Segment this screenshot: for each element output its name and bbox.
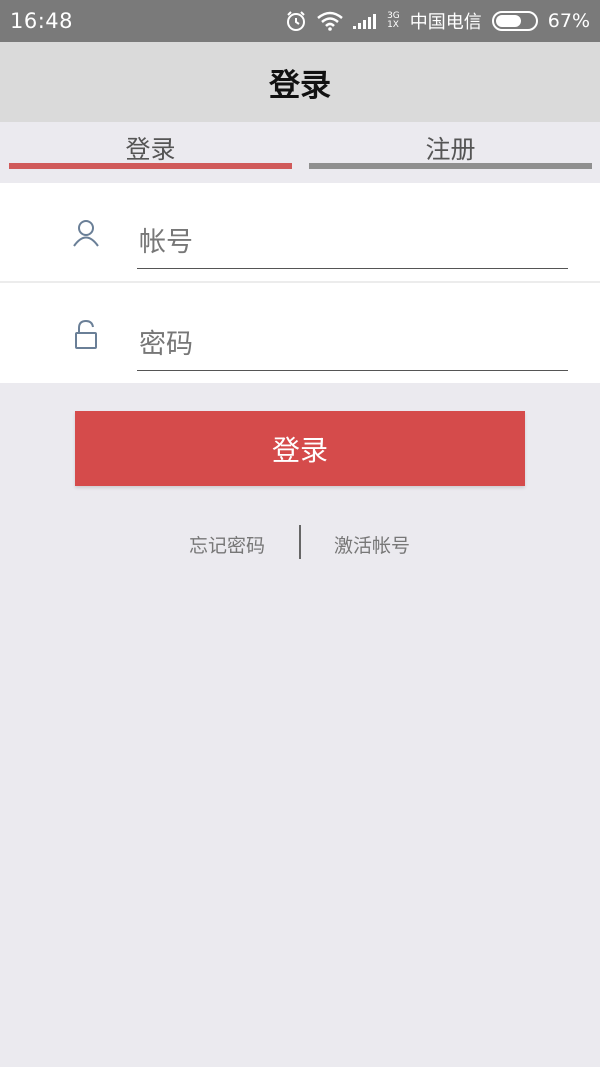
- user-icon: [72, 219, 100, 249]
- tab-login[interactable]: 登录: [9, 122, 292, 180]
- battery-percent: 67%: [547, 10, 590, 32]
- unlock-icon: [72, 319, 100, 349]
- status-bar: 16:48 3G 1X 中国电信 67%: [0, 0, 600, 42]
- tab-login-underline: [9, 163, 292, 169]
- auxiliary-links: 忘记密码 激活帐号: [0, 525, 600, 561]
- battery-icon: [491, 11, 538, 31]
- tab-register-label: 注册: [425, 135, 476, 164]
- forgot-password-link[interactable]: 忘记密码: [189, 531, 265, 558]
- tab-login-label: 登录: [125, 135, 176, 164]
- login-form: [0, 183, 600, 383]
- page-title: 登录: [269, 67, 331, 104]
- password-row: [0, 285, 600, 385]
- account-row: [0, 183, 600, 283]
- battery-fill: [495, 15, 522, 27]
- tab-register-underline: [309, 163, 592, 169]
- password-input[interactable]: [137, 319, 568, 371]
- account-input[interactable]: [137, 217, 568, 269]
- network-type-bottom: 1X: [387, 20, 399, 30]
- carrier-name: 中国电信: [409, 12, 482, 33]
- signal-icon: [353, 12, 377, 30]
- tab-register[interactable]: 注册: [309, 122, 592, 180]
- login-button[interactable]: 登录: [75, 411, 525, 486]
- title-bar: 登录: [0, 42, 600, 122]
- status-time: 16:48: [10, 9, 74, 33]
- status-indicators: 3G 1X 中国电信 67%: [285, 8, 590, 34]
- link-divider: [299, 525, 301, 559]
- alarm-icon: [285, 10, 307, 32]
- activate-account-link[interactable]: 激活帐号: [334, 531, 410, 558]
- tab-bar: 登录 注册: [0, 122, 600, 180]
- wifi-icon: [317, 11, 343, 31]
- network-type: 3G 1X: [387, 12, 400, 30]
